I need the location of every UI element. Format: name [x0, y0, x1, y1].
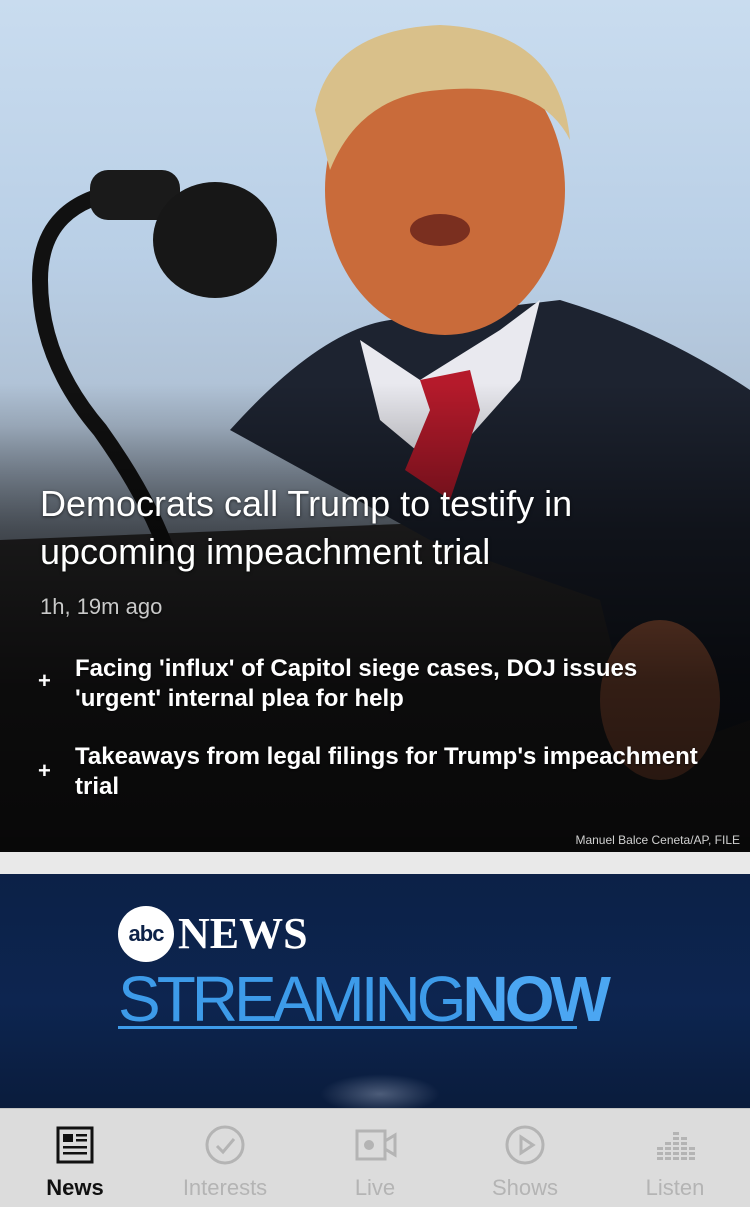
- streaming-now-banner[interactable]: abc NEWS STREAMINGNOW: [0, 874, 750, 1108]
- tab-label: Listen: [645, 1175, 705, 1200]
- checkmark-circle-icon: [205, 1125, 245, 1165]
- story-timestamp: 1h, 19m ago: [40, 594, 163, 619]
- top-story-card[interactable]: Democrats call Trump to testify in upcom…: [0, 0, 750, 852]
- photo-credit: Manuel Balce Ceneta/AP, FILE: [575, 833, 740, 847]
- related-story-title[interactable]: Takeaways from legal filings for Trump's…: [75, 742, 705, 802]
- related-story-item[interactable]: + Takeaways from legal filings for Trump…: [0, 742, 750, 804]
- tab-live[interactable]: Live: [300, 1109, 450, 1207]
- tab-label: Interests: [182, 1175, 268, 1200]
- tab-news[interactable]: News: [0, 1109, 150, 1207]
- now-word: NOW: [462, 963, 610, 1035]
- tab-interests[interactable]: Interests: [150, 1109, 300, 1207]
- streaming-now-wordmark: STREAMINGNOW: [118, 962, 611, 1036]
- top-story-headline[interactable]: Democrats call Trump to testify in upcom…: [40, 480, 700, 576]
- related-story-title[interactable]: Facing 'influx' of Capitol siege cases, …: [75, 654, 705, 714]
- wordmark-underline: [118, 1026, 577, 1029]
- news-wordmark: NEWS: [178, 909, 308, 958]
- tab-shows[interactable]: Shows: [450, 1109, 600, 1207]
- equalizer-icon: [657, 1132, 695, 1160]
- banner-glow: [320, 1074, 440, 1108]
- play-circle-icon: [505, 1125, 545, 1165]
- plus-icon: +: [38, 758, 51, 783]
- plus-icon: +: [38, 668, 51, 693]
- tab-label: Live: [354, 1175, 396, 1200]
- bottom-tab-bar: News Interests Live Shows Listen: [0, 1108, 750, 1207]
- tab-label: News: [46, 1175, 104, 1200]
- tab-listen[interactable]: Listen: [600, 1109, 750, 1207]
- video-camera-icon: [355, 1129, 397, 1161]
- streaming-word: STREAMING: [118, 963, 466, 1035]
- abc-logo: abc: [118, 906, 174, 962]
- hero-gradient-overlay: [0, 0, 750, 852]
- related-story-item[interactable]: + Facing 'influx' of Capitol siege cases…: [0, 652, 750, 714]
- tab-label: Shows: [491, 1175, 559, 1200]
- newspaper-icon: [56, 1126, 94, 1164]
